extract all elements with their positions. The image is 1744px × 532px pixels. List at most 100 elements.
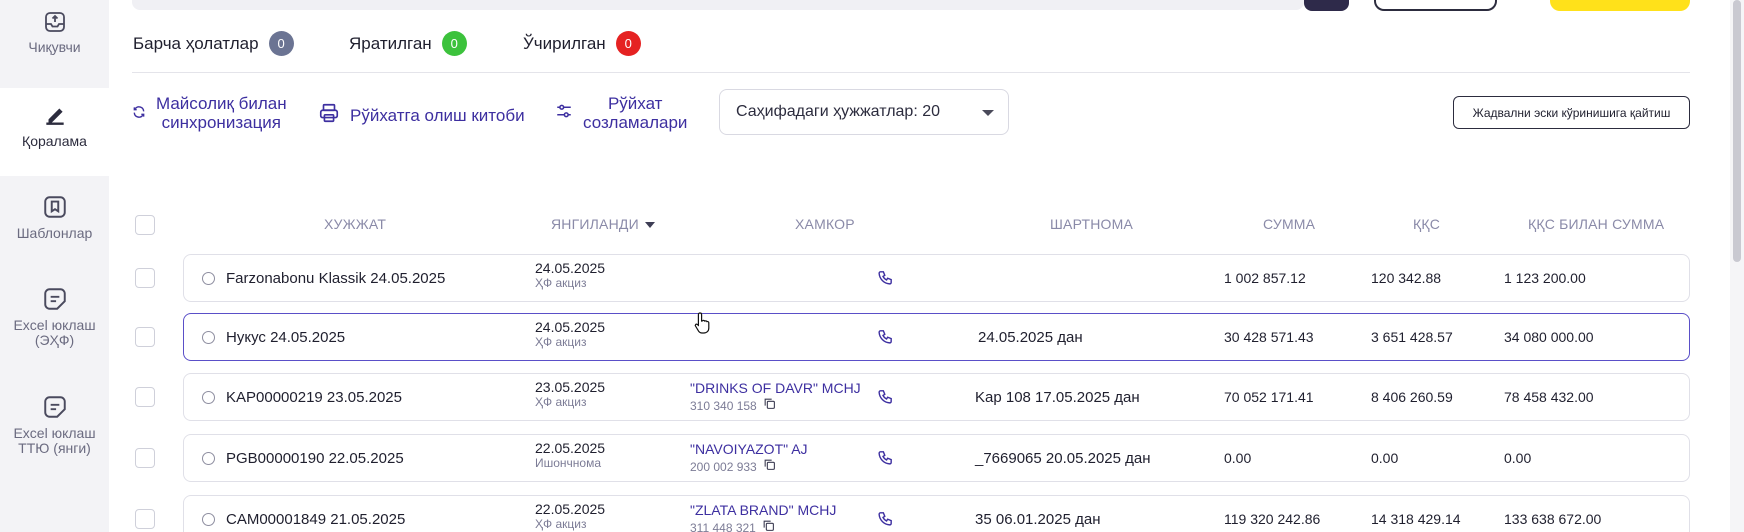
total-cell: 133 638 672.00	[1504, 511, 1602, 527]
old-view-button[interactable]: Жадвални эски кўринишига қайтиш	[1453, 96, 1690, 129]
row-radio[interactable]	[202, 391, 215, 404]
partner-name[interactable]: "ZLATA BRAND" MCHJ	[690, 502, 836, 519]
phone-icon[interactable]	[877, 449, 894, 471]
row-radio[interactable]	[202, 513, 215, 526]
partner-inn: 200 002 933	[690, 459, 757, 474]
list-settings-button[interactable]: Рўйхат созламалари	[555, 94, 687, 132]
document-type: ҲФ акциз	[535, 276, 587, 290]
table-row[interactable]: PGB00000190 22.05.2025 22.05.2025 Ишончн…	[183, 434, 1690, 482]
partner-name[interactable]: "DRINKS OF DAVR" MCHJ	[690, 380, 861, 397]
sync-button[interactable]: Майсолиқ билан синхронизация	[132, 94, 287, 132]
document-name: PGB00000190 22.05.2025	[226, 450, 404, 467]
table-row[interactable]: CAM00001849 21.05.2025 22.05.2025 ҲФ акц…	[183, 495, 1690, 532]
column-header-document[interactable]: ХУЖЖАТ	[324, 216, 386, 232]
updated-date: 24.05.2025	[535, 319, 606, 335]
document-name: Farzonabonu Klassik 24.05.2025	[226, 270, 446, 287]
bookmark-template-icon	[42, 194, 68, 226]
create-button[interactable]	[1550, 0, 1690, 11]
column-header-contract[interactable]: ШАРТНОМА	[1050, 216, 1133, 232]
column-header-partner[interactable]: ХАМКОР	[795, 216, 855, 232]
vertical-scrollbar[interactable]	[1730, 0, 1744, 532]
sync-label: Майсолиқ билан синхронизация	[156, 94, 287, 132]
sort-down-icon	[644, 222, 655, 229]
row-checkbox[interactable]	[135, 509, 155, 529]
sidebar-item-excel-upload[interactable]: Excel юклаш (ЭҲФ)	[0, 286, 109, 366]
column-header-updated[interactable]: ЯНГИЛАНДИ	[551, 216, 655, 232]
sum-cell: 119 320 242.86	[1224, 511, 1321, 527]
outline-button[interactable]	[1374, 0, 1497, 11]
row-radio[interactable]	[202, 272, 215, 285]
updated-date: 24.05.2025	[535, 260, 606, 276]
phone-icon[interactable]	[877, 328, 894, 350]
settings-label: Рўйхат созламалари	[583, 94, 688, 132]
sliders-icon	[555, 102, 573, 124]
partner-cell[interactable]: "ZLATA BRAND" MCHJ 311 448 321	[690, 502, 836, 532]
row-radio[interactable]	[202, 331, 215, 344]
tab-created[interactable]: Яратилган 0	[349, 31, 467, 56]
row-checkbox[interactable]	[135, 387, 155, 407]
partner-inn: 310 340 158	[690, 398, 757, 413]
partner-inn-row: 310 340 158	[690, 397, 861, 415]
print-register-button[interactable]: Рўйхатга олиш китоби	[318, 102, 525, 128]
chevron-down-icon	[982, 110, 994, 116]
count-badge: 0	[441, 31, 467, 56]
partner-inn-row: 311 448 321	[690, 519, 836, 532]
sidebar-item-draft[interactable]: Қоралама	[0, 88, 109, 176]
search-button[interactable]	[1304, 0, 1349, 11]
sidebar-item-excel-upload-ttyu[interactable]: Excel юклаш ТТЮ (янги)	[0, 394, 109, 474]
updated-date: 23.05.2025	[535, 379, 606, 395]
row-checkbox[interactable]	[135, 268, 155, 288]
copy-icon[interactable]	[763, 397, 776, 415]
divider	[132, 72, 1690, 73]
row-checkbox[interactable]	[135, 327, 155, 347]
table-row[interactable]: Farzonabonu Klassik 24.05.2025 24.05.202…	[183, 254, 1690, 302]
hand-cursor-icon	[694, 311, 712, 340]
tab-all-statuses[interactable]: Барча ҳолатлар 0	[133, 31, 294, 56]
tab-deleted[interactable]: Ўчирилган 0	[523, 31, 641, 56]
copy-icon[interactable]	[762, 519, 775, 532]
document-name: KAP00000219 23.05.2025	[226, 389, 402, 406]
phone-icon[interactable]	[877, 269, 894, 291]
tab-label: Ўчирилган	[523, 33, 606, 53]
tab-label: Яратилган	[349, 33, 432, 53]
updated-date: 22.05.2025	[535, 440, 606, 456]
sidebar-item-templates[interactable]: Шаблонлар	[0, 194, 109, 264]
scrollbar-thumb[interactable]	[1733, 0, 1741, 262]
table-row[interactable]: Нукус 24.05.2025 24.05.2025 ҲФ акциз 24.…	[183, 313, 1690, 361]
sidebar: Чиқувчи Қоралама Шаблонлар Excel юклаш (…	[0, 0, 109, 532]
document-name: Нукус 24.05.2025	[226, 329, 346, 346]
updated-cell: 22.05.2025 ҲФ акциз	[535, 502, 605, 532]
phone-icon[interactable]	[877, 510, 894, 532]
partner-cell[interactable]: "NAVOIYAZOT" AJ 200 002 933	[690, 441, 808, 476]
contract-cell: 35 06.01.2025 дан	[975, 511, 1101, 528]
partner-cell[interactable]: "DRINKS OF DAVR" MCHJ 310 340 158	[690, 380, 861, 415]
updated-date: 22.05.2025	[535, 501, 606, 517]
sum-cell: 30 428 571.43	[1224, 329, 1314, 345]
refresh-icon	[132, 104, 146, 123]
total-cell: 34 080 000.00	[1504, 329, 1594, 345]
copy-icon[interactable]	[763, 458, 776, 476]
sidebar-item-label: Шаблонлар	[16, 225, 93, 241]
sidebar-item-label: Чиқувчи	[28, 39, 81, 55]
column-header-sum[interactable]: СУММА	[1263, 216, 1315, 232]
select-all-checkbox[interactable]	[135, 215, 155, 235]
column-header-vat[interactable]: ҚҚС	[1413, 216, 1440, 232]
sum-cell: 1 002 857.12	[1224, 270, 1306, 286]
row-radio[interactable]	[202, 452, 215, 465]
row-checkbox[interactable]	[135, 448, 155, 468]
phone-icon[interactable]	[877, 388, 894, 410]
column-header-label: ЯНГИЛАНДИ	[551, 216, 639, 232]
contract-cell: Kap 108 17.05.2025 дан	[975, 389, 1140, 406]
vat-cell: 0.00	[1371, 450, 1399, 466]
updated-cell: 24.05.2025 ҲФ акциз	[535, 320, 605, 350]
total-cell: 0.00	[1504, 450, 1532, 466]
partner-name[interactable]: "NAVOIYAZOT" AJ	[690, 441, 808, 458]
partner-inn-row: 200 002 933	[690, 458, 808, 476]
sidebar-item-outgoing[interactable]: Чиқувчи	[0, 0, 109, 85]
contract-cell: 24.05.2025 дан	[978, 329, 1083, 346]
search-input[interactable]	[132, 0, 1304, 10]
document-type: Ишончнома	[535, 456, 602, 470]
table-row[interactable]: KAP00000219 23.05.2025 23.05.2025 ҲФ акц…	[183, 373, 1690, 421]
column-header-total[interactable]: ҚҚС БИЛАН СУММА	[1528, 216, 1664, 232]
page-size-select[interactable]: Саҳифадаги ҳужжатлар: 20	[719, 89, 1009, 135]
